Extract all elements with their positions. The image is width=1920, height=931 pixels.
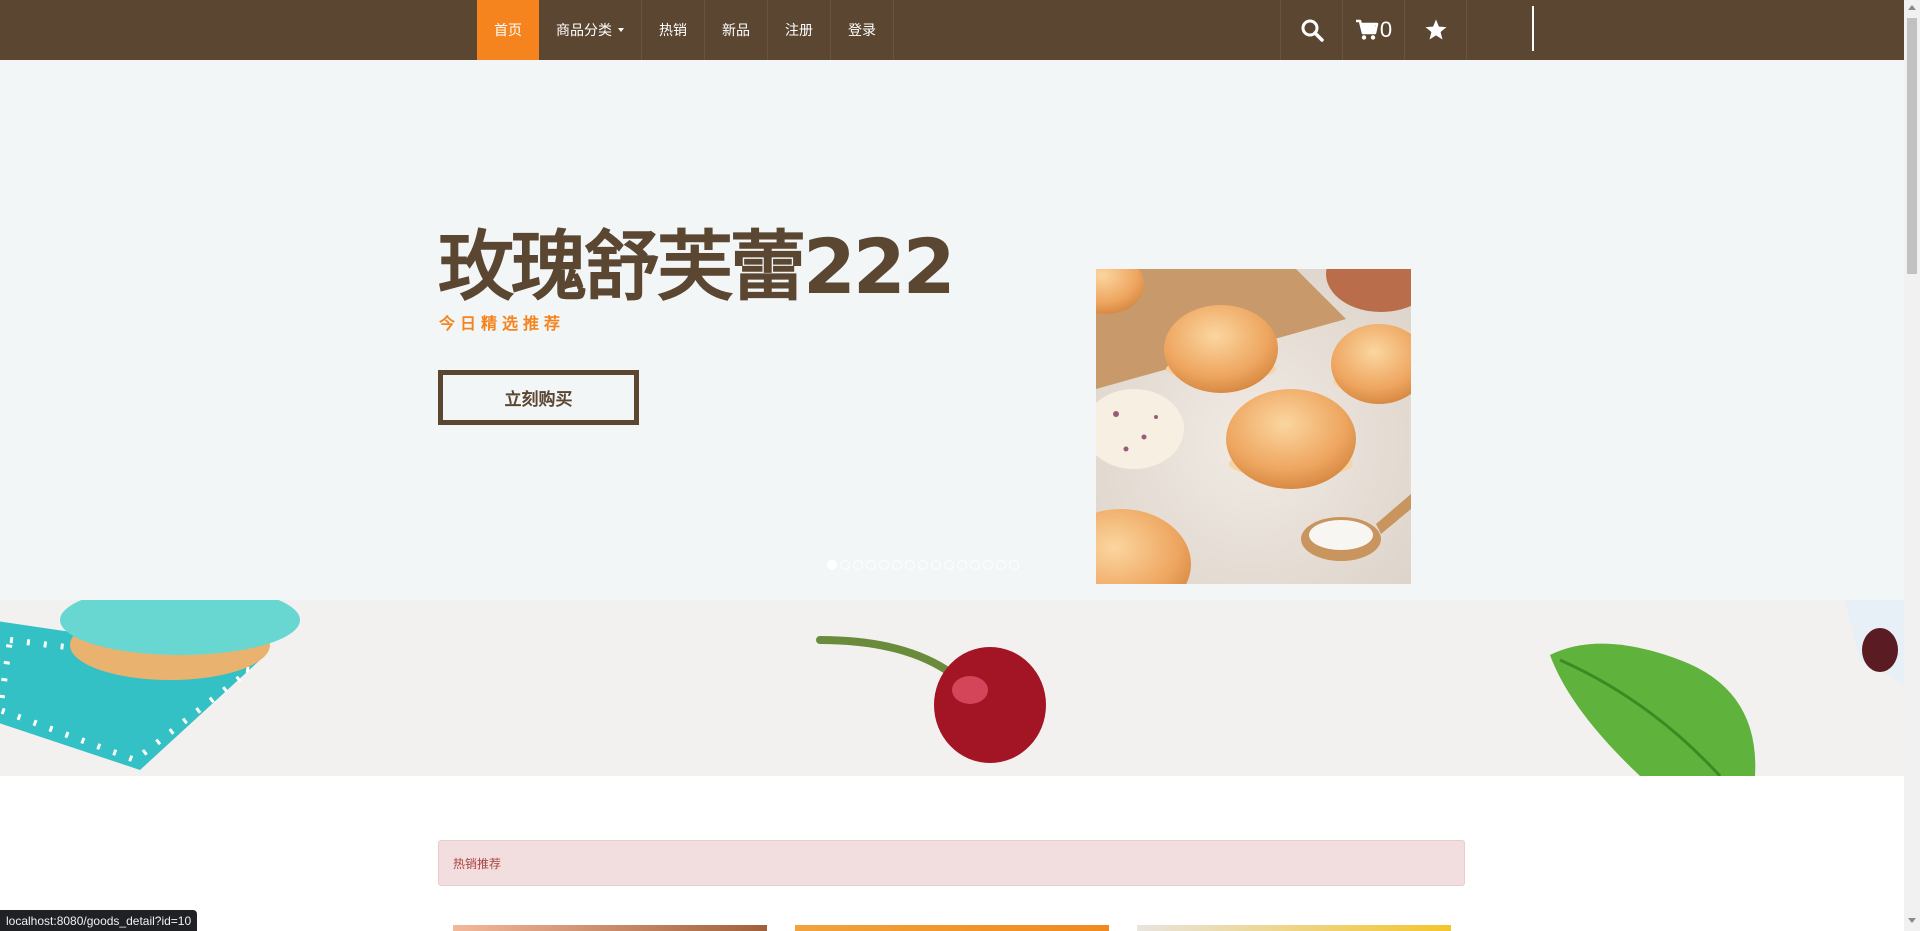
nav-item-hot[interactable]: 热销: [642, 0, 705, 60]
hot-recommend-header: 热销推荐: [438, 840, 1465, 886]
nav-actions: 0: [1280, 0, 1538, 60]
cart-icon: [1355, 19, 1379, 40]
nav-item-label: 注册: [785, 23, 813, 39]
carousel-dot[interactable]: [983, 560, 993, 570]
nav-item-register[interactable]: 注册: [768, 0, 831, 60]
nav-menu: 首页 商品分类 热销 新品 注册 登录: [477, 0, 894, 60]
cart-count: 0: [1379, 17, 1393, 42]
carousel-dot[interactable]: [866, 560, 876, 570]
carousel-indicators: [827, 560, 1019, 570]
carousel-dot[interactable]: [853, 560, 863, 570]
nav-item-new[interactable]: 新品: [705, 0, 768, 60]
carousel-dot[interactable]: [879, 560, 889, 570]
carousel-dot[interactable]: [996, 560, 1006, 570]
carousel-dot[interactable]: [840, 560, 850, 570]
carousel-dot[interactable]: [905, 560, 915, 570]
nav-item-label: 热销: [659, 23, 687, 39]
product-cards: [453, 925, 1451, 931]
search-button[interactable]: [1280, 0, 1342, 60]
page-scrollbar[interactable]: [1904, 0, 1920, 931]
cart-button[interactable]: 0: [1342, 0, 1404, 60]
search-icon: [1301, 19, 1324, 42]
hero-title: 玫瑰舒芙蕾222: [438, 222, 956, 311]
product-card[interactable]: [795, 925, 1109, 931]
text-cursor: [1532, 6, 1534, 51]
scroll-up-icon[interactable]: [1908, 5, 1916, 10]
nav-item-login[interactable]: 登录: [831, 0, 894, 60]
nav-item-home[interactable]: 首页: [477, 0, 539, 60]
nav-item-categories[interactable]: 商品分类: [539, 0, 642, 60]
nav-empty-slot: [1466, 0, 1538, 60]
link-preview-status: localhost:8080/goods_detail?id=10: [0, 910, 198, 931]
favorites-button[interactable]: [1404, 0, 1466, 60]
nav-item-label: 新品: [722, 23, 750, 39]
product-card[interactable]: [453, 925, 767, 931]
product-card[interactable]: [1137, 925, 1451, 931]
decorative-banner: [0, 600, 1904, 776]
scrollbar-thumb[interactable]: [1907, 18, 1917, 274]
nav-item-label: 首页: [494, 23, 522, 39]
section-title: 热销推荐: [453, 856, 502, 871]
nav-item-label: 登录: [848, 23, 876, 39]
top-navbar: 首页 商品分类 热销 新品 注册 登录 0: [0, 0, 1904, 60]
carousel-dot[interactable]: [970, 560, 980, 570]
nav-item-label: 商品分类: [556, 23, 612, 39]
carousel-dot[interactable]: [827, 560, 837, 570]
decorative-art: [0, 600, 1904, 776]
hero-carousel: 玫瑰舒芙蕾222 今日精选推荐 立刻购买: [0, 60, 1904, 600]
star-icon: [1425, 19, 1446, 40]
product-photo: [1096, 269, 1411, 584]
scroll-down-icon[interactable]: [1908, 918, 1916, 923]
carousel-dot[interactable]: [1009, 560, 1019, 570]
carousel-dot[interactable]: [931, 560, 941, 570]
buy-now-button[interactable]: 立刻购买: [438, 370, 639, 425]
carousel-dot[interactable]: [918, 560, 928, 570]
product-image[interactable]: [1096, 269, 1411, 584]
carousel-dot[interactable]: [957, 560, 967, 570]
hero-subtitle: 今日精选推荐: [439, 314, 566, 333]
carousel-dot[interactable]: [892, 560, 902, 570]
carousel-dot[interactable]: [944, 560, 954, 570]
caret-down-icon: [618, 28, 624, 32]
